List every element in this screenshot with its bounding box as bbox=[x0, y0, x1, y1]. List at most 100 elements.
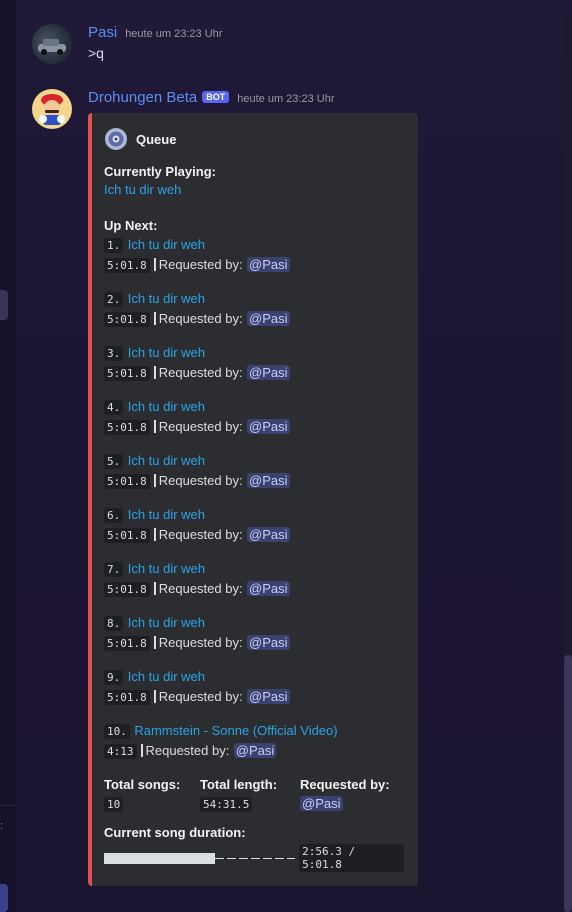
username[interactable]: Pasi bbox=[88, 24, 117, 41]
total-length-field: Total length: 54:31.5 bbox=[200, 775, 300, 814]
requested-by-label: Requested by: bbox=[158, 689, 243, 704]
queue-duration: 5:01.8 bbox=[104, 420, 150, 435]
requester-mention[interactable]: @Pasi bbox=[247, 419, 290, 434]
requester-mention[interactable]: @Pasi bbox=[247, 257, 290, 272]
requester-mention[interactable]: @Pasi bbox=[247, 689, 290, 704]
queue-number: 8. bbox=[104, 616, 124, 631]
requester-mention[interactable]: @Pasi bbox=[247, 473, 290, 488]
queue-duration: 5:01.8 bbox=[104, 258, 150, 273]
current-duration-field: Current song duration: 2:56.3 / 5:01.8 bbox=[104, 824, 404, 872]
queue-number: 6. bbox=[104, 508, 124, 523]
avatar-pasi[interactable] bbox=[32, 24, 72, 64]
requester-mention[interactable]: @Pasi bbox=[247, 527, 290, 542]
queue-item-title-line: 5. Ich tu dir weh bbox=[104, 451, 404, 471]
car-photo-icon bbox=[38, 39, 66, 55]
queue-item: 5. Ich tu dir weh 5:01.8 Requested by: @Pa… bbox=[104, 451, 404, 491]
queue-item-meta-line: 5:01.8 Requested by: @Pasi bbox=[104, 471, 404, 491]
queue-item: 3. Ich tu dir weh 5:01.8 Requested by: @Pa… bbox=[104, 343, 404, 383]
bot-badge: BOT bbox=[202, 91, 230, 103]
requested-by-label: Requested by: bbox=[158, 527, 243, 542]
requested-by-label: Requested by: bbox=[158, 257, 243, 272]
queue-item-title-line: 7. Ich tu dir weh bbox=[104, 559, 404, 579]
queue-item-meta-line: 5:01.8 Requested by: @Pasi bbox=[104, 255, 404, 275]
queue-item-title-line: 1. Ich tu dir weh bbox=[104, 235, 404, 255]
username[interactable]: Drohungen Beta bbox=[88, 89, 197, 106]
queue-song-link[interactable]: Ich tu dir weh bbox=[128, 507, 205, 522]
up-next-field: Up Next: 1. Ich tu dir weh 5:01.8 Requeste… bbox=[104, 217, 404, 761]
queue-duration: 5:01.8 bbox=[104, 582, 150, 597]
requested-by-label: Requested by: bbox=[158, 581, 243, 596]
queue-item-meta-line: 5:01.8 Requested by: @Pasi bbox=[104, 309, 404, 329]
queue-number: 1. bbox=[104, 238, 124, 253]
queue-item-meta-line: 5:01.8 Requested by: @Pasi bbox=[104, 363, 404, 383]
queue-item: 8. Ich tu dir weh 5:01.8 Requested by: @Pa… bbox=[104, 613, 404, 653]
queue-song-link[interactable]: Ich tu dir weh bbox=[128, 615, 205, 630]
progress-fill bbox=[104, 852, 215, 864]
sidebar-active-indicator[interactable] bbox=[0, 884, 8, 912]
separator-bar bbox=[153, 690, 156, 703]
separator-bar bbox=[153, 582, 156, 595]
queue-number: 10. bbox=[104, 724, 130, 739]
queue-item-meta-line: 5:01.8 Requested by: @Pasi bbox=[104, 579, 404, 599]
queue-song-link[interactable]: Ich tu dir weh bbox=[128, 291, 205, 306]
currently-playing-field: Currently Playing: Ich tu dir weh bbox=[104, 163, 404, 199]
requester-mention[interactable]: @Pasi bbox=[247, 635, 290, 650]
queue-stats: Total songs: 10 Total length: 54:31.5 Re… bbox=[104, 775, 404, 814]
queue-song-link[interactable]: Ich tu dir weh bbox=[128, 561, 205, 576]
queue-item-title-line: 8. Ich tu dir weh bbox=[104, 613, 404, 633]
separator-bar bbox=[140, 744, 143, 757]
queue-duration: 5:01.8 bbox=[104, 312, 150, 327]
chat-window: : Pasi heute um 23:23 Uhr >q Drohungen B… bbox=[0, 0, 572, 912]
queue-number: 2. bbox=[104, 292, 124, 307]
sidebar-indicator[interactable] bbox=[0, 290, 8, 320]
queue-item-meta-line: 5:01.8 Requested by: @Pasi bbox=[104, 525, 404, 545]
queue-song-link[interactable]: Ich tu dir weh bbox=[128, 453, 205, 468]
separator-bar bbox=[153, 366, 156, 379]
total-length-title: Total length: bbox=[200, 777, 278, 792]
queue-number: 3. bbox=[104, 346, 124, 361]
progress-row: 2:56.3 / 5:01.8 bbox=[104, 844, 404, 872]
separator-bar bbox=[153, 528, 156, 541]
queue-item-title-line: 4. Ich tu dir weh bbox=[104, 397, 404, 417]
queue-item-title-line: 10. Rammstein - Sonne (Official Video) bbox=[104, 721, 404, 741]
queue-number: 4. bbox=[104, 400, 124, 415]
timestamp: heute um 23:23 Uhr bbox=[125, 28, 223, 40]
requested-by-label: Requested by: bbox=[145, 743, 230, 758]
queue-song-link[interactable]: Ich tu dir weh bbox=[128, 669, 205, 684]
queue-item-title-line: 6. Ich tu dir weh bbox=[104, 505, 404, 525]
requester-mention[interactable]: @Pasi bbox=[247, 365, 290, 380]
queue-embed: Queue Currently Playing: Ich tu dir weh … bbox=[88, 113, 418, 886]
queue-duration: 5:01.8 bbox=[104, 366, 150, 381]
queue-song-link[interactable]: Rammstein - Sonne (Official Video) bbox=[134, 723, 337, 738]
queue-song-link[interactable]: Ich tu dir weh bbox=[128, 345, 205, 360]
total-songs-value: 10 bbox=[104, 797, 124, 812]
message-body: Pasi heute um 23:23 Uhr >q bbox=[88, 24, 222, 61]
separator-bar bbox=[153, 474, 156, 487]
requester-mention[interactable]: @Pasi bbox=[247, 581, 290, 596]
requester-mention[interactable]: @Pasi bbox=[233, 743, 277, 758]
queue-duration: 4:13 bbox=[104, 744, 137, 759]
queue-song-link[interactable]: Ich tu dir weh bbox=[128, 399, 205, 414]
queue-number: 5. bbox=[104, 454, 124, 469]
requested-by-label: Requested by: bbox=[158, 635, 243, 650]
avatar-bot[interactable] bbox=[32, 89, 72, 129]
embed-author: Queue bbox=[104, 127, 404, 151]
scrollbar-thumb[interactable] bbox=[564, 655, 572, 912]
requested-by-label: Requested by: bbox=[158, 419, 243, 434]
queue-item: 9. Ich tu dir weh 5:01.8 Requested by: @Pa… bbox=[104, 667, 404, 707]
currently-playing-link[interactable]: Ich tu dir weh bbox=[104, 182, 181, 197]
queue-duration: 5:01.8 bbox=[104, 474, 150, 489]
requester-mention[interactable]: @Pasi bbox=[247, 311, 290, 326]
up-next-title: Up Next: bbox=[104, 218, 158, 233]
progress-time: 2:56.3 / 5:01.8 bbox=[299, 844, 404, 872]
separator-bar bbox=[153, 258, 156, 271]
requested-by-label: Requested by: bbox=[158, 365, 243, 380]
separator-bar bbox=[153, 636, 156, 649]
requested-by-mention[interactable]: @Pasi bbox=[300, 796, 343, 811]
queue-song-link[interactable]: Ich tu dir weh bbox=[128, 237, 205, 252]
timestamp: heute um 23:23 Uhr bbox=[237, 93, 335, 105]
message-body: Drohungen Beta BOT heute um 23:23 Uhr bbox=[88, 89, 334, 106]
queue-item: 6. Ich tu dir weh 5:01.8 Requested by: @Pa… bbox=[104, 505, 404, 545]
queue-item: 1. Ich tu dir weh 5:01.8 Requested by: @Pa… bbox=[104, 235, 404, 275]
mario-icon bbox=[39, 94, 65, 125]
